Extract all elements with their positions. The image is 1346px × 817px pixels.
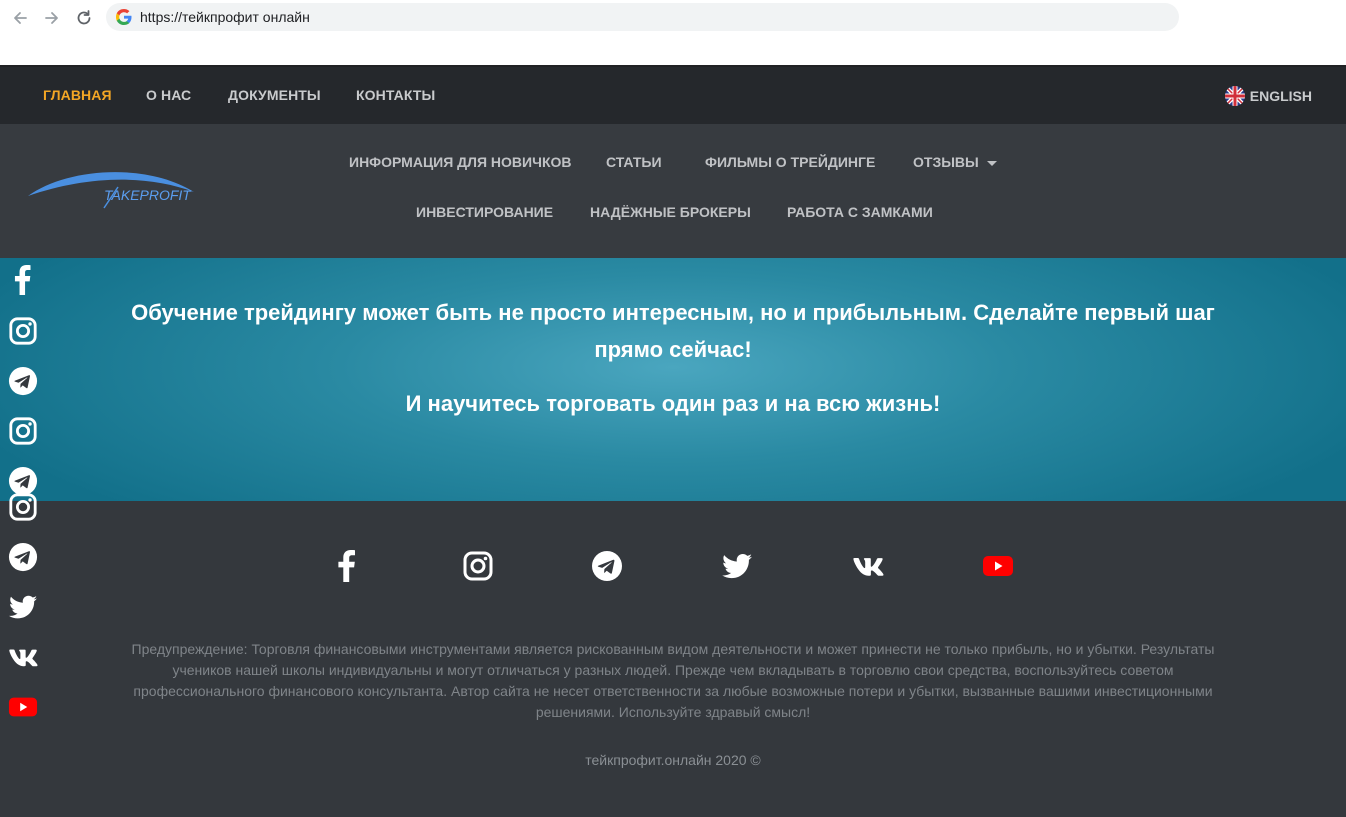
- menu-reviews-label: ОТЗЫВЫ: [913, 154, 979, 170]
- twitter-icon[interactable]: [720, 549, 754, 583]
- url-text: https://тейкпрофит онлайн: [140, 9, 310, 25]
- menu-reliable-brokers[interactable]: НАДЁЖНЫЕ БРОКЕРЫ: [590, 204, 751, 220]
- vk-icon[interactable]: [8, 642, 38, 672]
- menu-locks-work[interactable]: РАБОТА С ЗАМКАМИ: [787, 204, 933, 220]
- instagram-icon[interactable]: [461, 549, 495, 583]
- menu-investing[interactable]: ИНВЕСТИРОВАНИЕ: [416, 204, 553, 220]
- menu-articles[interactable]: СТАТЬИ: [606, 154, 662, 170]
- top-nav: ГЛАВНАЯ О НАС ДОКУМЕНТЫ КОНТАКТЫ ENGLISH: [0, 67, 1346, 124]
- browser-toolbar: https://тейкпрофит онлайн: [0, 0, 1346, 67]
- caret-down-icon: [986, 160, 997, 166]
- uk-flag-icon: [1224, 85, 1245, 106]
- footer: Предупреждение: Торговля финансовыми инс…: [0, 501, 1346, 817]
- hero-headline: Обучение трейдингу может быть не просто …: [131, 300, 1215, 362]
- nav-contacts-link[interactable]: КОНТАКТЫ: [356, 67, 435, 124]
- menu-beginners-info[interactable]: ИНФОРМАЦИЯ ДЛЯ НОВИЧКОВ: [349, 154, 571, 170]
- address-bar[interactable]: https://тейкпрофит онлайн: [106, 3, 1179, 31]
- instagram-icon[interactable]: [8, 416, 38, 446]
- hero-banner: Обучение трейдингу может быть не просто …: [0, 258, 1346, 501]
- hero-subline: И научитесь торговать один раз и на всю …: [405, 391, 941, 416]
- copyright: тейкпрофит.онлайн 2020 ©: [585, 752, 761, 768]
- risk-warning: Предупреждение: Торговля финансовыми инс…: [131, 641, 1215, 720]
- instagram-icon[interactable]: [8, 492, 38, 522]
- twitter-icon[interactable]: [8, 592, 38, 622]
- forward-arrow-icon[interactable]: [41, 7, 63, 29]
- youtube-icon[interactable]: [8, 692, 38, 722]
- reload-icon[interactable]: [73, 7, 95, 29]
- language-label: ENGLISH: [1249, 87, 1312, 104]
- takeprofit-logo[interactable]: TAKEPROFIT: [26, 164, 198, 210]
- telegram-icon[interactable]: [8, 366, 38, 396]
- google-icon: [116, 9, 132, 25]
- main-header: TAKEPROFIT ИНФОРМАЦИЯ ДЛЯ НОВИЧКОВ СТАТЬ…: [0, 124, 1346, 258]
- facebook-icon[interactable]: [330, 549, 364, 583]
- telegram-icon[interactable]: [8, 542, 38, 572]
- logo-arc-icon: TAKEPROFIT: [28, 172, 194, 209]
- telegram-icon[interactable]: [590, 549, 624, 583]
- language-switch[interactable]: ENGLISH: [1224, 67, 1312, 124]
- nav-documents-link[interactable]: ДОКУМЕНТЫ: [228, 67, 321, 124]
- youtube-icon[interactable]: [981, 549, 1015, 583]
- vk-icon[interactable]: [851, 549, 885, 583]
- back-arrow-icon[interactable]: [9, 7, 31, 29]
- menu-trading-films[interactable]: ФИЛЬМЫ О ТРЕЙДИНГЕ: [705, 154, 875, 170]
- nav-home-link[interactable]: ГЛАВНАЯ: [43, 67, 112, 124]
- instagram-icon[interactable]: [8, 316, 38, 346]
- logo-text: TAKEPROFIT: [104, 187, 192, 203]
- facebook-icon[interactable]: [8, 265, 38, 295]
- nav-about-link[interactable]: О НАС: [146, 67, 191, 124]
- menu-reviews-dropdown[interactable]: ОТЗЫВЫ: [913, 154, 997, 170]
